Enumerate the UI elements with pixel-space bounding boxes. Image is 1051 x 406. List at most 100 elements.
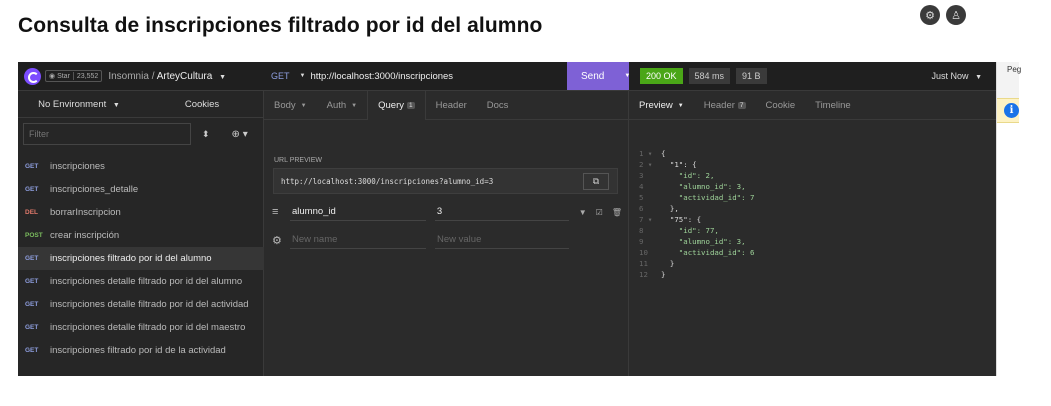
code-line: 4 "alumno_id": 3, xyxy=(639,182,746,191)
sidebar: ◉ Star 23,552 Insomnia / ArteyCultura ▼ … xyxy=(18,62,264,376)
tab-cookie[interactable]: Cookie xyxy=(756,91,806,120)
tab-query-label: Query xyxy=(378,100,404,111)
window-actions: ⚙ ♙ xyxy=(920,5,966,25)
history-dropdown[interactable]: Just Now ▼ xyxy=(932,71,982,81)
user-icon[interactable]: ♙ xyxy=(946,5,966,25)
url-preview-label: URL PREVIEW xyxy=(274,157,322,164)
insomnia-logo-icon[interactable] xyxy=(24,67,41,85)
sort-icon[interactable]: ⬍ xyxy=(202,129,210,140)
list-item-active[interactable]: GET inscripciones filtrado por id del al… xyxy=(18,247,264,270)
document-title: Consulta de inscripciones filtrado por i… xyxy=(18,14,543,37)
list-item[interactable]: GET inscripciones detalle filtrado por i… xyxy=(18,270,264,293)
param-value-field[interactable]: 3 xyxy=(434,203,569,221)
tab-auth-label: Auth xyxy=(326,100,347,111)
request-method: GET xyxy=(25,324,39,331)
response-time: 584 ms xyxy=(688,68,731,84)
list-item[interactable]: DEL borrarInscripcion xyxy=(18,201,264,224)
send-button[interactable]: Send ▼ xyxy=(567,62,630,90)
environment-dropdown[interactable]: No Environment ▼ xyxy=(18,99,140,110)
github-star-button[interactable]: ◉ Star 23,552 xyxy=(45,70,103,82)
tab-docs[interactable]: Docs xyxy=(477,91,519,120)
tab-header[interactable]: Header xyxy=(426,91,477,120)
response-size: 91 B xyxy=(736,68,767,84)
query-count-badge: 1 xyxy=(406,102,415,109)
response-body: 1 ▾{ 2 ▾ "1": { 3 "id": 2, 4 "alumno_id"… xyxy=(639,148,754,280)
list-item[interactable]: GET inscripciones detalle filtrado por i… xyxy=(18,316,264,339)
list-item[interactable]: GET inscripciones_detalle xyxy=(18,178,264,201)
chevron-down-icon: ▼ xyxy=(351,102,358,109)
drag-handle-icon[interactable]: ≡ xyxy=(272,206,288,218)
insomnia-window: ◉ Star 23,552 Insomnia / ArteyCultura ▼ … xyxy=(18,62,996,376)
request-method: DEL xyxy=(25,209,38,216)
list-item[interactable]: GET inscripciones filtrado por id de la … xyxy=(18,339,264,362)
info-icon[interactable]: i xyxy=(1004,103,1019,118)
response-tabs: Preview ▼ Header 7 Cookie Timeline xyxy=(629,91,996,120)
request-name: inscripciones filtrado por id del alumno xyxy=(50,253,212,264)
code-line: 10 "actividad_id": 6 xyxy=(639,248,755,257)
list-item[interactable]: GET inscripciones detalle filtrado por i… xyxy=(18,293,264,316)
filter-input[interactable] xyxy=(23,123,191,145)
copy-icon[interactable]: ⧉ xyxy=(583,173,609,190)
new-name-field[interactable]: New name xyxy=(290,231,426,249)
url-preview: http://localhost:3000/inscripciones?alum… xyxy=(273,168,618,194)
request-pane: GET ▼ http://localhost:3000/inscripcione… xyxy=(264,62,630,376)
tab-query[interactable]: Query 1 xyxy=(367,91,426,120)
request-name: inscripciones_detalle xyxy=(50,184,139,195)
tab-timeline[interactable]: Timeline xyxy=(805,91,861,120)
chevron-down-icon: ▼ xyxy=(112,101,120,109)
chevron-down-icon: ▼ xyxy=(219,73,226,81)
cookies-button[interactable]: Cookies xyxy=(140,99,264,110)
tab-response-header-label: Header xyxy=(703,100,735,111)
tab-auth[interactable]: Auth ▼ xyxy=(317,91,368,120)
tab-body-label: Body xyxy=(274,100,296,111)
tab-response-header[interactable]: Header 7 xyxy=(694,91,756,120)
tab-preview-label: Preview xyxy=(639,100,673,111)
gear-icon[interactable]: ⚙ xyxy=(920,5,940,25)
trash-icon[interactable]: 🗑 xyxy=(612,208,622,217)
breadcrumb-separator: / xyxy=(151,70,155,82)
request-method: GET xyxy=(25,186,39,193)
request-name: inscripciones detalle filtrado por id de… xyxy=(50,276,243,287)
code-line: 2 ▾ "1": { xyxy=(639,160,697,169)
param-name-field[interactable]: alumno_id xyxy=(289,203,426,221)
new-value-field[interactable]: New value xyxy=(435,231,569,249)
timestamp-label: Just Now xyxy=(931,71,969,81)
new-param-row: ⚙ New name New value xyxy=(272,229,622,251)
request-name: borrarInscripcion xyxy=(50,207,121,218)
response-pane: 200 OK 584 ms 91 B Just Now ▼ Preview ▼ … xyxy=(629,62,996,376)
param-actions: ▼ ☑ 🗑 xyxy=(579,208,622,217)
workspace-breadcrumb[interactable]: Insomnia / ArteyCultura ▼ xyxy=(108,71,226,82)
method-selector[interactable]: GET xyxy=(271,71,290,81)
url-bar: GET ▼ http://localhost:3000/inscripcione… xyxy=(264,62,630,91)
request-name: inscripciones filtrado por id de la acti… xyxy=(50,345,226,356)
github-star-count: 23,552 xyxy=(76,72,99,80)
github-star-label: ◉ Star xyxy=(46,72,74,80)
chevron-down-icon[interactable]: ▼ xyxy=(300,73,306,79)
header-count-badge: 7 xyxy=(737,102,746,109)
code-line: 11 } xyxy=(639,259,675,268)
filter-row: ⬍ ⊕ ▾ xyxy=(18,118,264,150)
request-list: GET inscripciones GET inscripciones_deta… xyxy=(18,155,264,362)
code-line: 1 ▾{ xyxy=(639,149,666,158)
list-item[interactable]: GET inscripciones xyxy=(18,155,264,178)
gear-icon: ⚙ xyxy=(272,234,282,247)
url-preview-text: http://localhost:3000/inscripciones?alum… xyxy=(281,176,494,186)
url-input[interactable]: http://localhost:3000/inscripciones xyxy=(310,71,453,82)
checkbox-icon[interactable]: ☑ xyxy=(596,208,603,217)
info-bar: i xyxy=(997,98,1019,123)
code-line: 3 "id": 2, xyxy=(639,171,715,180)
browser-corner-text: Peg xyxy=(997,62,1021,98)
request-name: crear inscripción xyxy=(50,230,120,241)
status-badge: 200 OK xyxy=(640,68,683,84)
list-item[interactable]: POST crear inscripción xyxy=(18,224,264,247)
code-line: 8 "id": 77, xyxy=(639,226,719,235)
tab-preview[interactable]: Preview ▼ xyxy=(629,91,694,120)
browser-edge: Peg i xyxy=(996,62,1021,376)
request-method: GET xyxy=(25,255,39,262)
chevron-down-icon[interactable]: ▼ xyxy=(579,208,587,217)
code-line: 6 }, xyxy=(639,204,679,213)
tab-body[interactable]: Body ▼ xyxy=(264,91,317,120)
chevron-down-icon: ▼ xyxy=(677,102,684,109)
add-request-icon[interactable]: ⊕ ▾ xyxy=(232,129,248,140)
send-label: Send xyxy=(581,70,605,82)
